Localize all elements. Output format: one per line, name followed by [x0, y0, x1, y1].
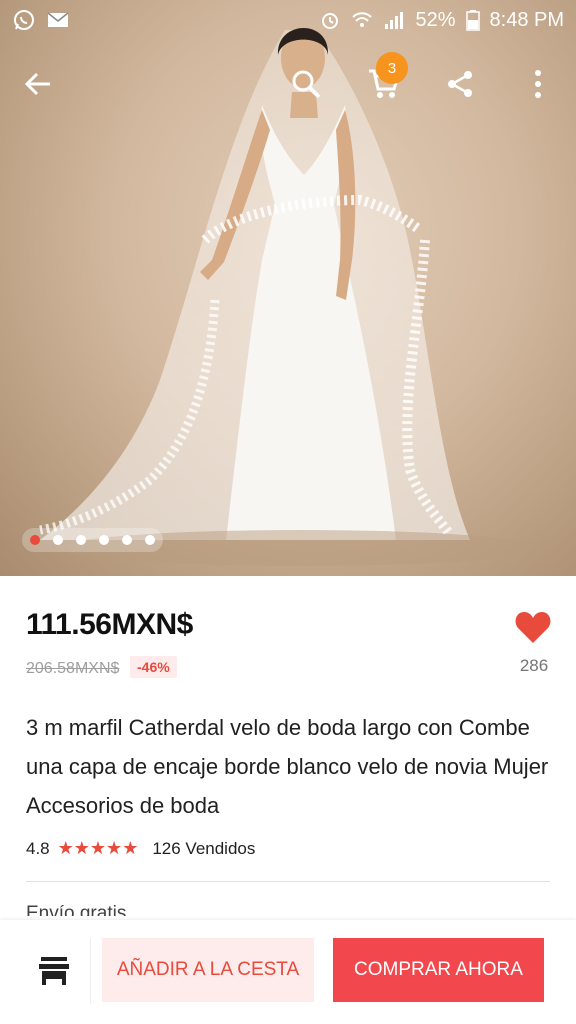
wifi-icon [352, 12, 373, 27]
search-icon [292, 70, 321, 99]
back-button[interactable] [10, 52, 66, 116]
carousel-dot[interactable] [53, 535, 63, 545]
search-button[interactable] [278, 52, 334, 116]
carousel-dot[interactable] [76, 535, 86, 545]
shipping-info[interactable]: Envío gratis [26, 902, 126, 916]
wishlist-button[interactable] [514, 610, 554, 646]
add-to-cart-button[interactable]: AÑADIR A LA CESTA [102, 938, 314, 1002]
store-button[interactable] [18, 938, 91, 1004]
carousel-dot[interactable] [122, 535, 132, 545]
rating-stars: ★★★★★ [57, 838, 139, 858]
battery-icon [465, 10, 480, 31]
wishlist-count: 286 [519, 656, 549, 675]
arrow-left-icon [24, 72, 50, 96]
carousel-dot[interactable] [30, 535, 40, 545]
alarm-icon [322, 13, 339, 29]
clock: 8:48 PM [489, 8, 564, 31]
more-options-button[interactable] [510, 52, 566, 116]
carousel-dot[interactable] [99, 535, 109, 545]
heart-icon [515, 612, 551, 643]
carousel-indicator [22, 528, 163, 552]
mail-icon [47, 12, 69, 27]
cart-count-badge: 3 [376, 52, 408, 84]
product-price: 111.56MXN$ [26, 608, 193, 641]
share-button[interactable] [432, 52, 488, 116]
carousel-dot[interactable] [145, 535, 155, 545]
whatsapp-icon [14, 10, 34, 30]
bottom-action-bar: AÑADIR A LA CESTA COMPRAR AHORA [0, 920, 576, 1024]
rating-row[interactable]: 4.8 ★★★★★ 126 Vendidos [26, 838, 255, 859]
rating-value: 4.8 [26, 838, 50, 858]
product-image-carousel[interactable]: 52% 8:48 PM 3 [0, 0, 576, 576]
buy-now-button[interactable]: COMPRAR AHORA [333, 938, 544, 1002]
original-price: 206.58MXN$ [26, 660, 120, 677]
battery-percent: 52% [415, 8, 456, 31]
sold-count: 126 Vendidos [152, 838, 256, 858]
status-bar: 52% 8:48 PM [0, 0, 576, 40]
top-toolbar [0, 52, 576, 116]
signal-icon [385, 12, 404, 29]
more-vertical-icon [535, 70, 541, 98]
share-icon [448, 71, 472, 97]
discount-badge: -46% [130, 656, 177, 678]
store-icon [39, 957, 69, 985]
product-title: 3 m marfil Catherdal velo de boda largo … [26, 715, 549, 818]
divider [26, 881, 550, 882]
